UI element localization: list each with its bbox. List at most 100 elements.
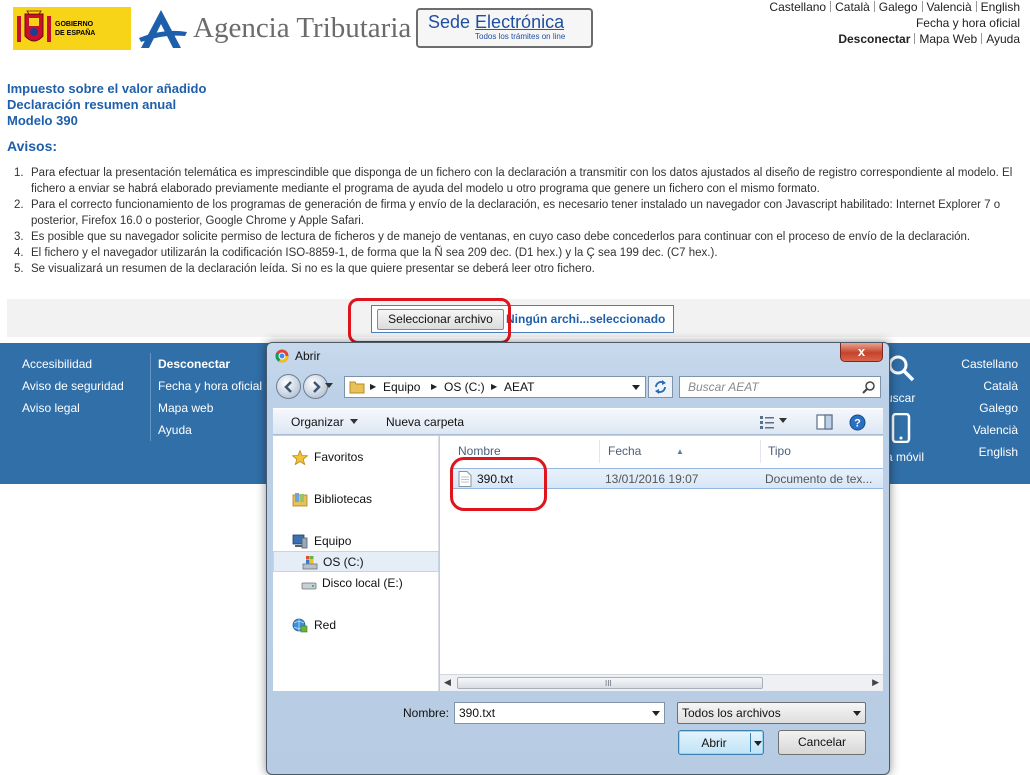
recent-locations-dropdown-icon[interactable] [325,383,333,389]
footer-link[interactable]: Mapa web [158,397,262,419]
notice-item: 4. El fichero y el navegador utilizarán l… [14,247,718,259]
file-date: 13/01/2016 19:07 [605,472,699,486]
lang-castellano[interactable]: Castellano [769,0,826,14]
notices-list: 1. Para efectuar la presentación telemáti… [14,165,1030,277]
open-file-dialog[interactable]: Abrir x ▶ Equipo ▶ OS (C:) ▶ AEAT Buscar… [266,342,890,775]
lang-valencia[interactable]: Valencià [927,0,972,14]
lang-english[interactable]: English [981,0,1020,14]
preview-pane-icon[interactable] [816,414,833,430]
column-header-type[interactable]: Tipo [762,440,883,463]
nav-network[interactable]: Red [273,615,439,636]
nav-libraries[interactable]: Bibliotecas [273,489,439,510]
footer-link[interactable]: Aviso legal [22,397,124,419]
agencia-tributaria-logo-icon[interactable] [137,8,189,52]
footer-lang[interactable]: Valencià [961,419,1018,441]
footer-mobile-label[interactable]: a móvil [886,450,924,464]
footer-link[interactable]: Ayuda [158,419,262,441]
gobierno-logo[interactable]: GOBIERNO DE ESPAÑA [13,7,131,50]
refresh-icon [655,380,666,394]
filename-input[interactable]: 390.txt [454,702,665,724]
view-dropdown-icon[interactable] [779,414,787,428]
chrome-icon [275,349,289,363]
back-button[interactable] [276,374,301,399]
library-icon [292,493,308,507]
mobile-icon[interactable] [886,413,916,443]
open-options-dropdown-icon[interactable] [754,741,762,746]
footer-col-languages: Castellano Català Galego Valencià Englis… [961,353,1018,463]
help-link[interactable]: Ayuda [986,32,1020,46]
dialog-title: Abrir [295,349,321,363]
filetype-select[interactable]: Todos los archivos [677,702,866,724]
breadcrumb-item[interactable]: AEAT [504,380,534,394]
notice-item: 1. Para efectuar la presentación telemáti… [14,167,1013,195]
address-bar[interactable]: ▶ Equipo ▶ OS (C:) ▶ AEAT [344,376,646,398]
help-icon[interactable]: ? [849,414,866,431]
filetype-dropdown-icon [853,711,861,716]
search-icon [862,381,875,394]
notice-item: 5. Se visualizará un resumen de la declar… [14,263,595,275]
footer-link[interactable]: Aviso de seguridad [22,375,124,397]
footer-lang[interactable]: English [961,441,1018,463]
highlight-annotation [348,298,511,344]
disk-drive-icon [301,582,317,590]
scroll-right-icon[interactable]: ▶ [872,677,879,688]
sort-indicator-icon: ▲ [676,447,684,456]
nav-computer[interactable]: Equipo [273,531,439,552]
footer-lang[interactable]: Català [961,375,1018,397]
highlight-annotation [450,457,547,511]
network-icon [292,618,308,633]
nav-local-disk-e[interactable]: Disco local (E:) [273,573,439,594]
new-folder-button[interactable]: Nueva carpeta [386,415,464,429]
footer-col-account: Desconectar Fecha y hora oficial Mapa we… [150,353,262,441]
windows-drive-icon [302,556,318,570]
computer-icon [292,534,308,549]
lang-galego[interactable]: Galego [879,0,918,14]
search-icon[interactable] [886,353,916,383]
notice-item: 3. Es posible que su navegador solicite p… [14,231,971,243]
breadcrumb-item[interactable]: Equipo [383,380,420,394]
search-input[interactable]: Buscar AEAT [679,376,881,398]
refresh-button[interactable] [648,376,673,398]
sitemap-link[interactable]: Mapa Web [919,32,977,46]
footer-search-label[interactable]: uscar [886,391,915,405]
cancel-button[interactable]: Cancelar [778,730,866,755]
star-icon [292,450,308,465]
address-dropdown-icon[interactable] [632,385,640,390]
official-time-link[interactable]: Fecha y hora oficial [916,16,1020,30]
footer-col-legal: Accesibilidad Aviso de seguridad Aviso l… [22,353,124,419]
back-arrow-icon [284,381,292,393]
avisos-heading: Avisos: [7,138,58,154]
agency-name[interactable]: Agencia Tributaria [193,12,411,45]
horizontal-scrollbar[interactable]: ◀ III ▶ [440,674,883,691]
file-type: Documento de tex... [765,472,873,486]
svg-text:?: ? [854,418,861,430]
dialog-toolbar: Organizar Nueva carpeta ? [273,408,883,435]
filename-label: Nombre: [403,706,450,720]
sede-title: Sede Electrónica [428,12,565,32]
breadcrumb-item[interactable]: OS (C:) [444,380,485,394]
top-links: Castellano Català Galego Valencià English Fe… [769,0,1020,47]
navigation-pane: Favoritos Bibliotecas Equipo OS (C:) Dis… [273,436,439,691]
nav-os-c-drive[interactable]: OS (C:) [273,551,439,572]
footer-link[interactable]: Fecha y hora oficial [158,375,262,397]
scroll-thumb[interactable]: III [457,677,763,689]
sede-electronica-logo[interactable]: Sede Electrónica Todos los trámites on l… [416,8,593,48]
page-title: Impuesto sobre el valor añadido Declarac… [7,81,207,128]
scroll-left-icon[interactable]: ◀ [444,677,451,688]
footer-link[interactable]: Accesibilidad [22,353,124,375]
logout-link[interactable]: Desconectar [838,32,910,46]
footer-lang[interactable]: Castellano [961,353,1018,375]
filename-dropdown-icon[interactable] [652,711,660,716]
footer-lang[interactable]: Galego [961,397,1018,419]
open-button[interactable]: Abrir [678,730,764,755]
footer-link[interactable]: Desconectar [158,353,262,375]
coat-of-arms-icon [17,10,51,42]
organize-menu[interactable]: Organizar [291,415,358,429]
column-header-date[interactable]: Fecha ▲ [602,440,761,463]
file-status: Ningún archi...seleccionado [506,312,666,326]
notice-item: 2. Para el correcto funcionamiento de los… [14,199,1001,227]
nav-favorites[interactable]: Favoritos [273,447,439,468]
view-options-icon[interactable] [759,414,775,430]
lang-catala[interactable]: Català [835,0,870,14]
close-button[interactable]: x [840,343,883,362]
